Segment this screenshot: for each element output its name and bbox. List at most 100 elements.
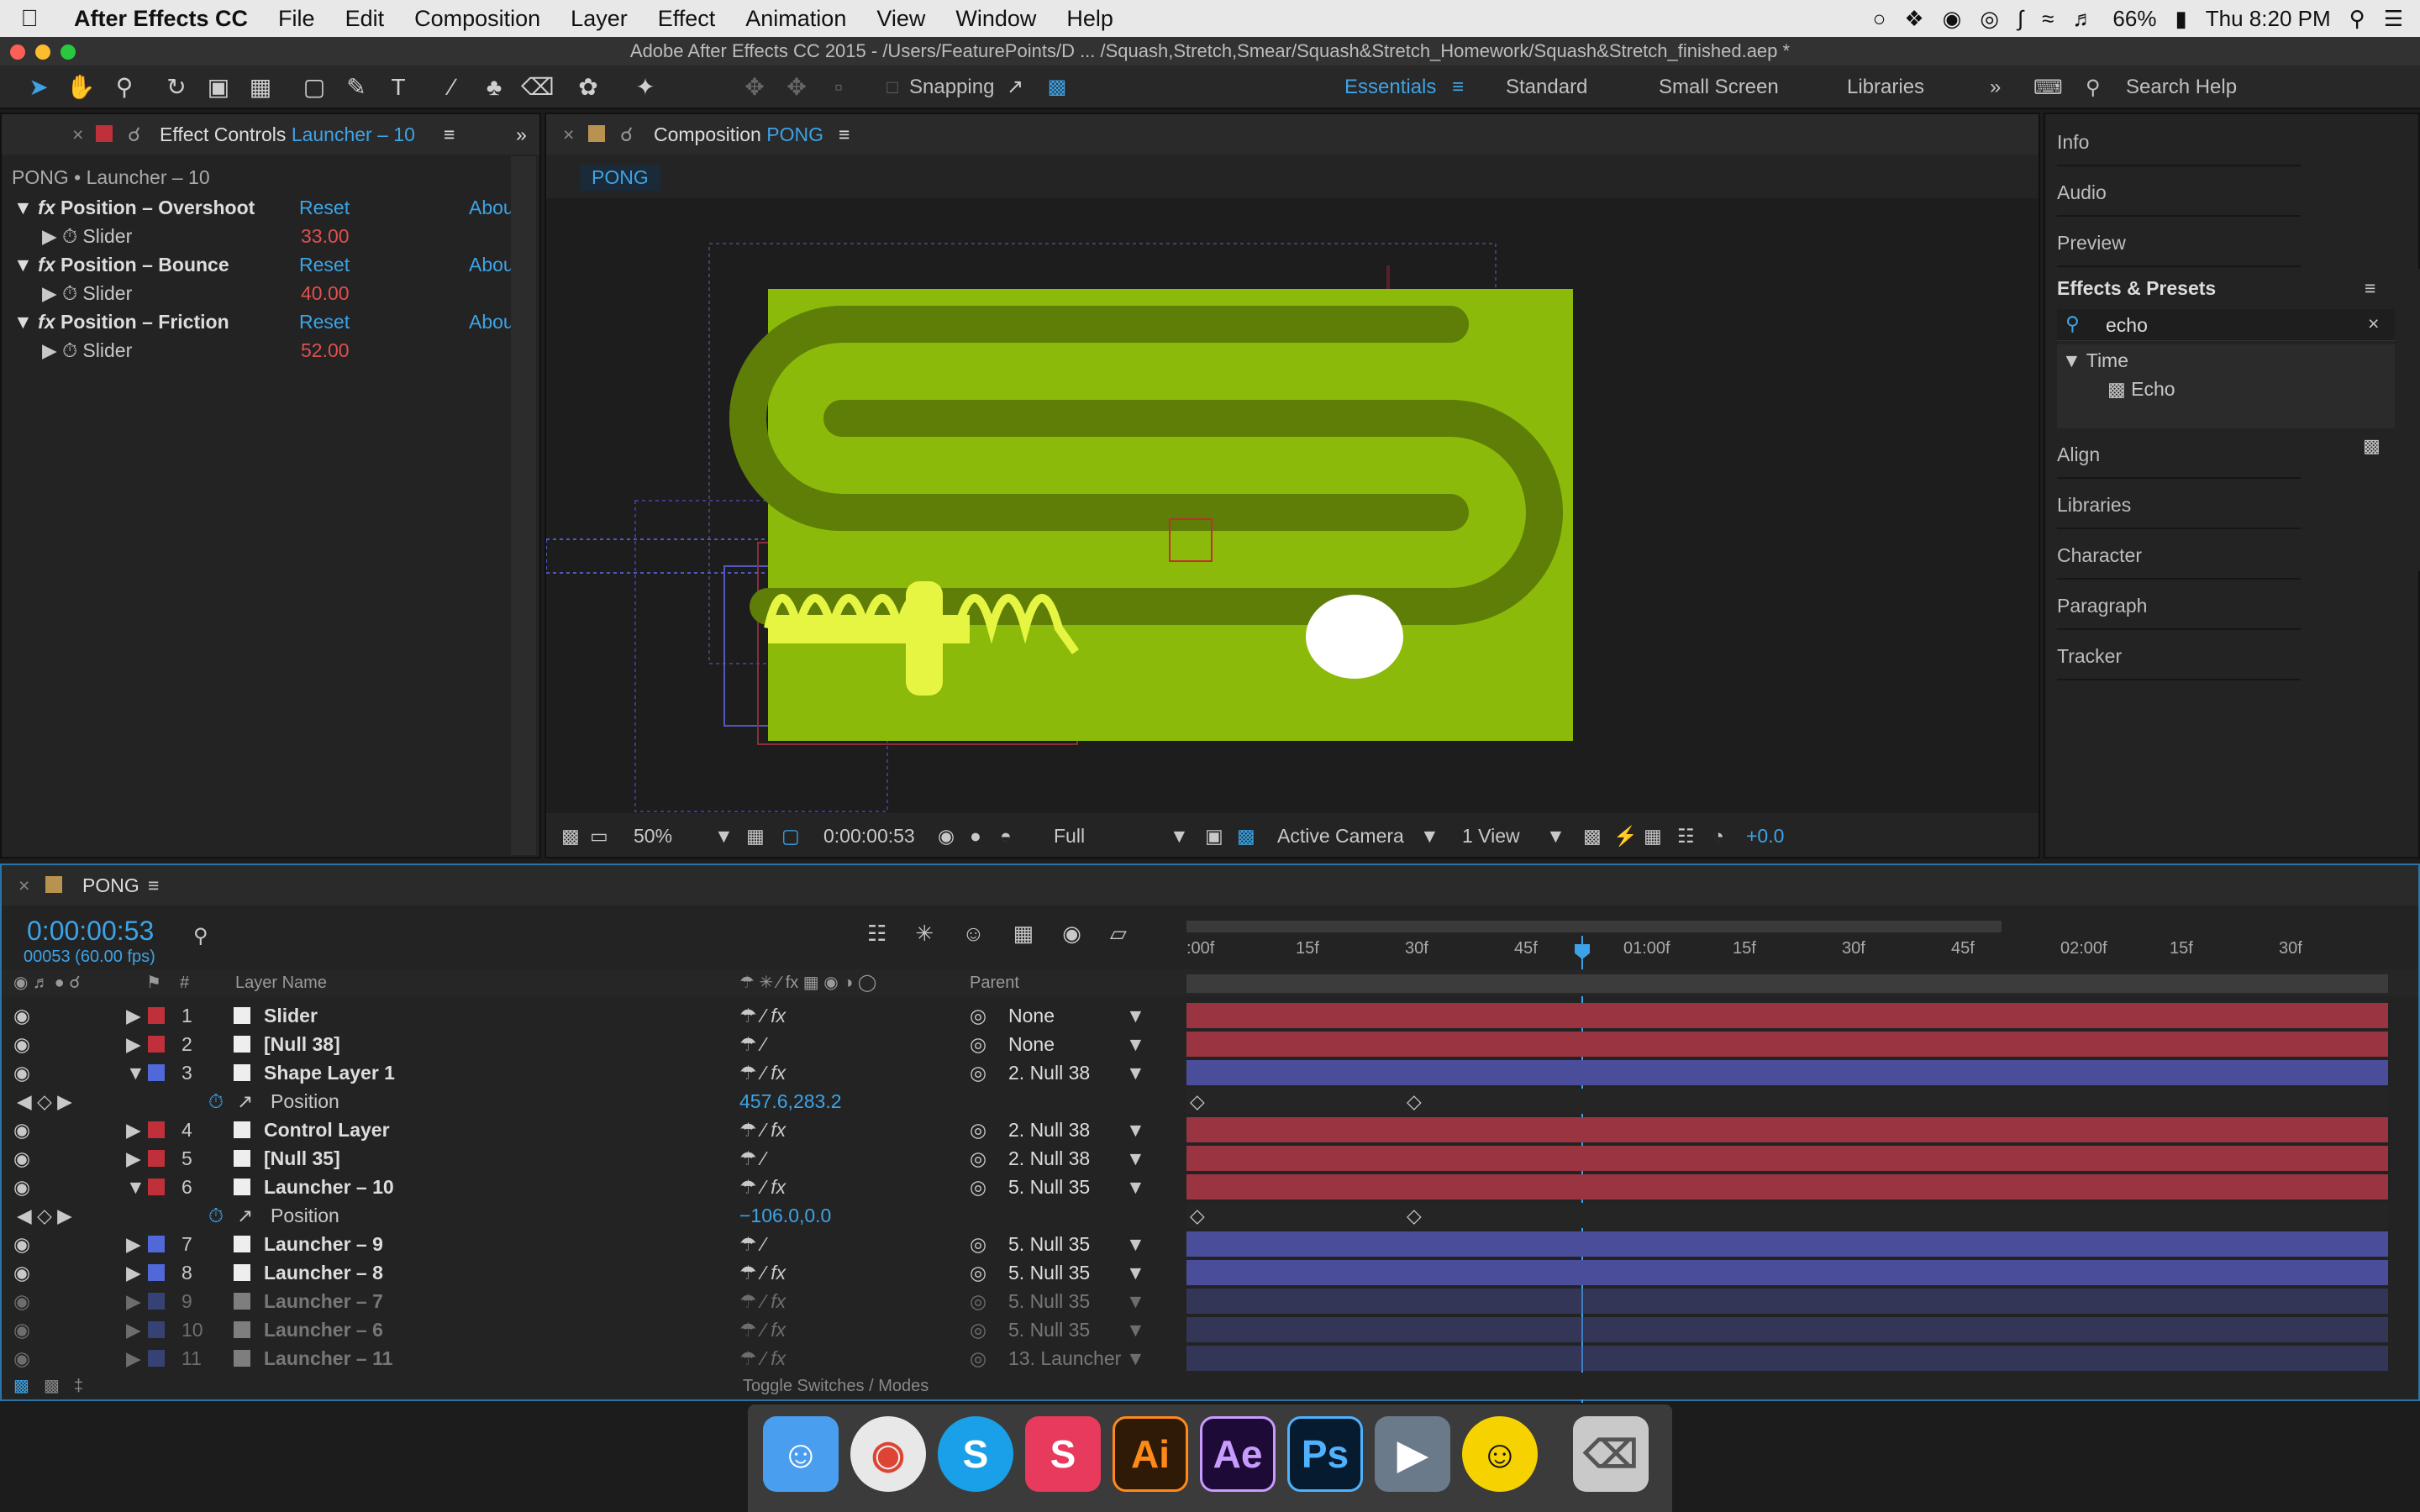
parent-select[interactable]: 5. Null 35 (1008, 1258, 1090, 1287)
brush-tool-icon[interactable]: ∕ (437, 72, 467, 102)
work-area-bar[interactable] (1186, 921, 2002, 932)
pick-whip-icon[interactable]: ◎ (970, 1258, 986, 1287)
layer-switches[interactable]: ☂ ∕ fx (739, 1258, 786, 1287)
layer-search-icon[interactable]: ⚲ (193, 924, 208, 948)
zoom-window-button[interactable] (60, 45, 76, 60)
photoshop-icon[interactable]: Ps (1287, 1416, 1363, 1492)
av-features-icon[interactable]: ◉ ♬ ● ☌ (13, 969, 81, 996)
layer-row[interactable]: ◉ ▼ 6 Launcher – 10 ☂ ∕ fx ◎ 5. Null 35 ▼ (2, 1173, 2388, 1201)
comp-flowchart-button[interactable]: PONG (580, 165, 660, 191)
record-icon[interactable]: ○ (1873, 6, 1886, 32)
keyframe-icon[interactable]: ◇ (1407, 1087, 1422, 1116)
layer-label-color[interactable] (148, 1007, 165, 1024)
expand-chevron-icon[interactable]: ▼ (126, 1058, 145, 1087)
more-workspaces-icon[interactable]: » (1990, 76, 2001, 99)
magnification-select[interactable]: 50% (634, 815, 672, 857)
slider-param[interactable]: ▶ ⏱ Slider (42, 282, 132, 305)
expand-chevron-icon[interactable]: ▶ (126, 1258, 141, 1287)
workspace-essentials[interactable]: Essentials (1344, 76, 1436, 99)
expand-panels-icon[interactable]: » (516, 114, 527, 155)
flowchart-icon[interactable]: ☷ (1677, 815, 1695, 857)
layer-switches[interactable]: ☂ ∕ (739, 1144, 765, 1173)
expand-chevron-icon[interactable]: ▶ (126, 1144, 141, 1173)
slider-param[interactable]: ▶ ⏱ Slider (42, 225, 132, 248)
time-ruler[interactable]: :00f 15f 30f 45f 01:00f 15f 30f 45f 02:00f 15f 30f (1185, 919, 2388, 966)
visibility-eye-icon[interactable]: ◉ (13, 1287, 30, 1315)
visibility-eye-icon[interactable]: ◉ (13, 1344, 30, 1373)
region-of-interest-icon[interactable]: ▢ (781, 815, 800, 857)
composition-tab[interactable]: Composition PONG (654, 114, 823, 155)
property-value[interactable]: 457.6,283.2 (739, 1087, 842, 1116)
timeline-tab[interactable]: PONG (82, 865, 139, 906)
close-tab-icon[interactable]: × (72, 114, 83, 155)
layer-row[interactable]: ◉ ▶ 4 Control Layer ☂ ∕ fx ◎ 2. Null 38 ▼ (2, 1116, 2388, 1144)
layer-switches[interactable]: ☂ ∕ fx (739, 1001, 786, 1030)
puppet-pin-tool-icon[interactable]: ✦ (630, 72, 660, 102)
rectangle-tool-icon[interactable]: ▢ (299, 72, 329, 102)
chevron-down-icon[interactable]: ▼ (1420, 815, 1439, 857)
show-snapshot-icon[interactable]: ● (970, 815, 981, 857)
volume-icon[interactable]: ♬ (2072, 6, 2094, 32)
current-time[interactable]: 0:00:00:53 (823, 815, 915, 857)
search-help-icon[interactable]: ⚲ (2086, 76, 2101, 100)
pick-whip-icon[interactable]: ◎ (970, 1144, 986, 1173)
stopwatch-icon[interactable]: ⏱ (208, 1087, 224, 1116)
clock[interactable]: Thu 8:20 PM (2206, 6, 2331, 32)
layer-duration-bar[interactable] (1186, 1146, 2388, 1171)
lock-icon[interactable]: ☌ (620, 114, 633, 155)
chevron-down-icon[interactable]: ▼ (1126, 1230, 1145, 1258)
panel-menu-icon[interactable]: ≡ (444, 114, 455, 155)
workspace-small-screen[interactable]: Small Screen (1659, 76, 1779, 99)
menu-effect[interactable]: Effect (643, 6, 731, 32)
layer-row[interactable]: ◉ ▶ 10 Launcher – 6 ☂ ∕ fx ◎ 5. Null 35 ▼ (2, 1315, 2388, 1344)
snap-features-icon[interactable]: ▩ (1042, 72, 1072, 102)
eye-icon[interactable]: ◎ (1980, 6, 1999, 32)
expand-chevron-icon[interactable]: ▶ (126, 1344, 141, 1373)
shy-icon[interactable]: ☺ (962, 921, 985, 947)
roto-brush-tool-icon[interactable]: ✿ (573, 72, 603, 102)
layer-duration-bar[interactable] (1186, 1174, 2388, 1200)
graph-icon[interactable]: ↗ (237, 1087, 253, 1116)
effects-presets-title[interactable]: Effects & Presets (2057, 277, 2216, 300)
parent-select[interactable]: 5. Null 35 (1008, 1173, 1090, 1201)
rotate-tool-icon[interactable]: ↻ (161, 72, 192, 102)
illustrator-icon[interactable]: Ai (1113, 1416, 1188, 1492)
chevron-down-icon[interactable]: ▼ (1126, 1315, 1145, 1344)
ghost-app-icon[interactable]: ☺ (1462, 1416, 1538, 1492)
layer-row[interactable]: ◉ ▼ 3 Shape Layer 1 ☂ ∕ fx ◎ 2. Null 38 ▼ (2, 1058, 2388, 1087)
reset-button[interactable]: Reset (299, 311, 350, 333)
chrome-icon[interactable]: ◉ (850, 1416, 926, 1492)
about-button[interactable]: Abou (469, 254, 514, 276)
wifi-icon[interactable]: ≈ (2042, 6, 2054, 32)
clone-stamp-tool-icon[interactable]: ♣ (479, 72, 509, 102)
reset-button[interactable]: Reset (299, 254, 350, 276)
effect-position-overshoot[interactable]: ▼ fx Position – Overshoot (13, 197, 255, 219)
close-tab-icon[interactable]: × (563, 114, 574, 155)
expand-chevron-icon[interactable]: ▶ (126, 1287, 141, 1315)
effect-controls-tab[interactable]: Effect Controls Launcher – 10 (160, 114, 415, 155)
snapping-checkbox[interactable]: □ (877, 72, 908, 102)
about-button[interactable]: Abou (469, 197, 514, 219)
expand-chevron-icon[interactable]: ▶ (126, 1315, 141, 1344)
chevron-down-icon[interactable]: ▼ (1126, 1001, 1145, 1030)
parent-select[interactable]: 5. Null 35 (1008, 1230, 1090, 1258)
parent-select[interactable]: 2. Null 38 (1008, 1116, 1090, 1144)
layer-name[interactable]: Launcher – 11 (264, 1344, 392, 1373)
parent-select[interactable]: 2. Null 38 (1008, 1144, 1090, 1173)
visibility-eye-icon[interactable]: ◉ (13, 1173, 30, 1201)
layer-label-color[interactable] (148, 1293, 165, 1310)
reset-exposure-icon[interactable]: ◔ (1712, 815, 1724, 857)
parent-select[interactable]: 2. Null 38 (1008, 1058, 1090, 1087)
transfer-controls-icon[interactable]: ▩ (44, 1373, 60, 1399)
keyframe-navigator-icon[interactable]: ◀ ◇ ▶ (17, 1087, 72, 1116)
visibility-eye-icon[interactable]: ◉ (13, 1230, 30, 1258)
chevron-down-icon[interactable]: ▼ (1170, 815, 1189, 857)
menu-layer[interactable]: Layer (555, 6, 643, 32)
color-channel-icon[interactable]: ◓ (1000, 815, 1012, 857)
chevron-down-icon[interactable]: ▼ (1126, 1030, 1145, 1058)
keyboard-shortcuts-icon[interactable]: ⌨ (2033, 76, 2063, 100)
layer-row[interactable]: ◉ ▶ 1 Slider ☂ ∕ fx ◎ None ▼ (2, 1001, 2388, 1030)
panel-menu-icon[interactable]: ≡ (148, 865, 159, 906)
layer-row[interactable]: ◉ ▶ 11 Launcher – 11 ☂ ∕ fx ◎ 13. Launcher ▼ (2, 1344, 2388, 1373)
label-column-icon[interactable]: ⚑ (146, 969, 161, 996)
